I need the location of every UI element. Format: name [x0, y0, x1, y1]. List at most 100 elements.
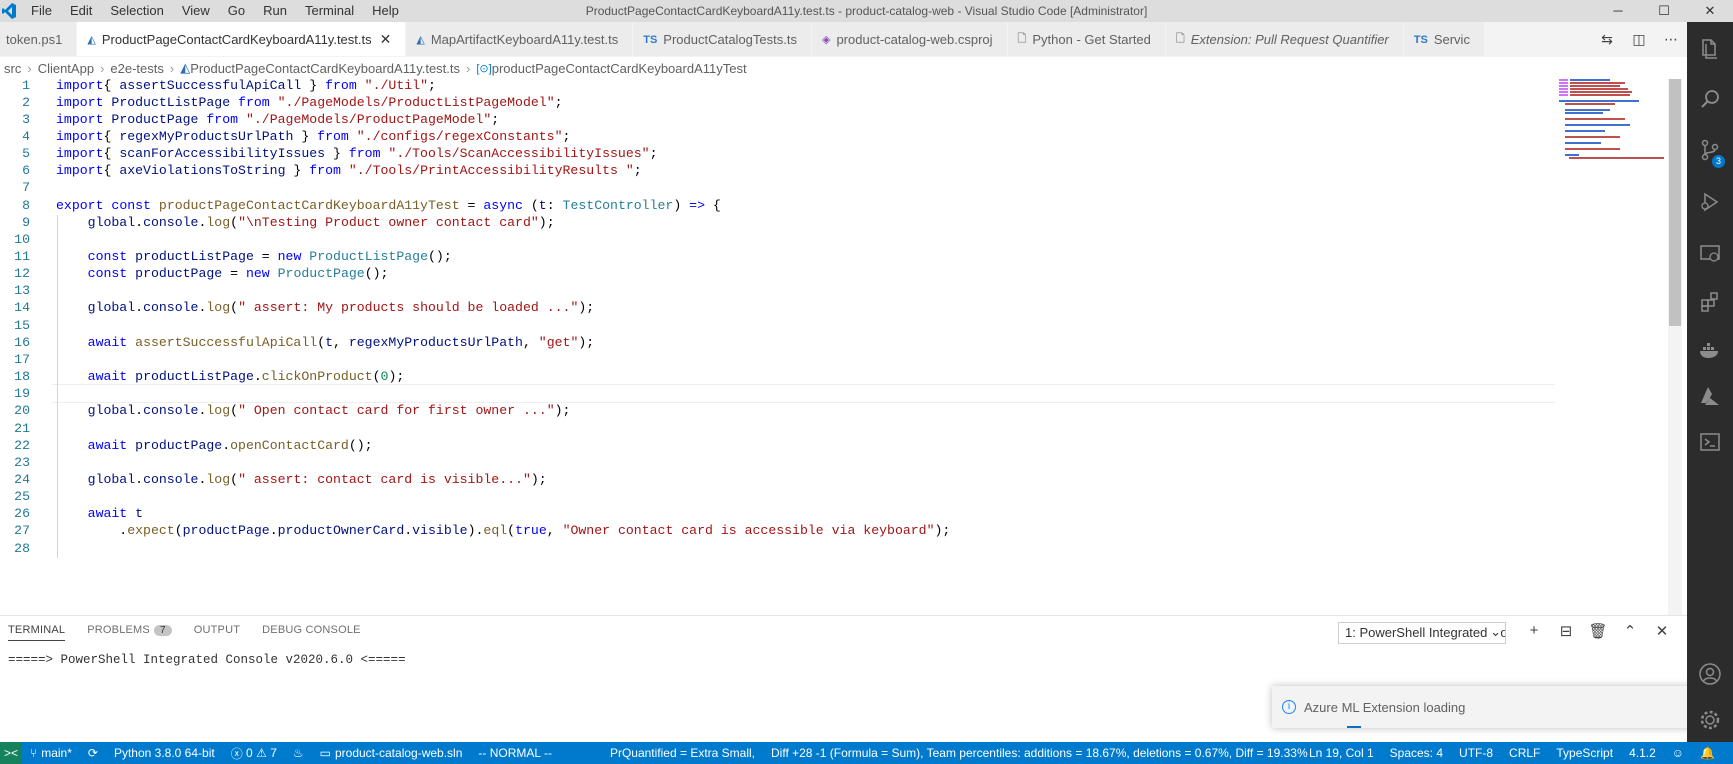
language-mode[interactable]: TypeScript — [1556, 746, 1613, 760]
tab-7[interactable]: TS Servic — [1403, 22, 1485, 56]
manage-gear-icon[interactable] — [1687, 698, 1733, 742]
code-line[interactable]: 3 import ProductPage from "./PageModels/P… — [0, 110, 1560, 129]
cursor-position[interactable]: Ln 19, Col 1 — [1309, 746, 1374, 760]
scrollbar-thumb[interactable] — [1669, 79, 1681, 326]
notification-toast[interactable]: i Azure ML Extension loading — [1272, 686, 1720, 728]
encoding[interactable]: UTF-8 — [1459, 746, 1493, 760]
minimize-button[interactable]: ─ — [1595, 0, 1641, 22]
code-line[interactable]: 11 const productListPage = new ProductLi… — [0, 247, 1560, 266]
python-interpreter[interactable]: Python 3.8.0 64-bit — [114, 746, 215, 760]
panel-tab-output[interactable]: OUTPUT — [194, 624, 240, 641]
menu-file[interactable]: File — [22, 0, 61, 22]
code-line[interactable]: 13 — [0, 281, 1560, 300]
code-line[interactable]: 4 import{ regexMyProductsUrlPath } from "… — [0, 127, 1560, 146]
source-control-icon[interactable]: 3 — [1687, 128, 1733, 172]
code-line[interactable]: 26 await t — [0, 504, 1560, 523]
tab-3[interactable]: TS ProductCatalogTests.ts — [633, 22, 812, 56]
split-terminal-icon[interactable]: ⊟ — [1550, 622, 1582, 640]
code-line[interactable]: 25 — [0, 487, 1560, 506]
compare-changes-icon[interactable]: ⇆ — [1591, 31, 1623, 48]
sync-icon[interactable]: ⟳ — [88, 746, 98, 760]
tab-5[interactable]: 🗋 Python - Get Started — [1007, 22, 1166, 56]
tab-0[interactable]: token.ps1 — [0, 22, 78, 56]
code-line[interactable]: 27 .expect(productPage.productOwnerCard.… — [0, 521, 1560, 540]
code-line[interactable]: 23 — [0, 453, 1560, 472]
tab-6[interactable]: 🗋 Extension: Pull Request Quantifier — [1165, 22, 1404, 56]
terminal-select[interactable]: 1: PowerShell Integrated Console⌄ — [1338, 622, 1506, 644]
terminal-output[interactable]: =====> PowerShell Integrated Console v20… — [8, 653, 406, 667]
code-line[interactable]: 24 global.console.log(" assert: contact … — [0, 470, 1560, 489]
menu-edit[interactable]: Edit — [61, 0, 101, 22]
menu-terminal[interactable]: Terminal — [296, 0, 363, 22]
branch-indicator[interactable]: ⑂ main* — [30, 746, 72, 760]
code-line[interactable]: 22 await productPage.openContactCard(); — [0, 436, 1560, 455]
line-number: 18 — [14, 369, 30, 385]
code-line[interactable]: 10 — [0, 230, 1560, 249]
panel-tab-debug-console[interactable]: DEBUG CONSOLE — [262, 624, 361, 641]
breadcrumb-item[interactable]: src — [4, 61, 21, 76]
close-window-button[interactable]: ✕ — [1687, 0, 1733, 22]
kill-terminal-icon[interactable]: 🗑 — [1582, 622, 1614, 640]
minimap[interactable] — [1553, 79, 1668, 615]
code-line[interactable]: 21 — [0, 419, 1560, 438]
editor-scrollbar[interactable] — [1668, 79, 1682, 615]
breadcrumb-item[interactable]: ClientApp — [38, 61, 94, 76]
breadcrumb-item[interactable]: productPageContactCardKeyboardA11yTest — [492, 61, 747, 76]
menu-selection[interactable]: Selection — [101, 0, 172, 22]
pr-diff-stats[interactable]: Diff +28 -1 (Formula = Sum), Team percen… — [771, 746, 1308, 760]
solution-indicator[interactable]: ▭ product-catalog-web.sln — [320, 746, 463, 760]
run-debug-icon[interactable] — [1687, 180, 1733, 224]
notifications-bell-icon[interactable]: 🔔 — [1700, 746, 1715, 760]
menu-help[interactable]: Help — [363, 0, 408, 22]
menu-go[interactable]: Go — [219, 0, 254, 22]
code-line[interactable]: 6 import{ axeViolationsToString } from ".… — [0, 161, 1560, 180]
feedback-icon[interactable]: ☺ — [1672, 746, 1684, 760]
menu-run[interactable]: Run — [254, 0, 296, 22]
code-line[interactable]: 8 export const productPageContactCardKeyb… — [0, 196, 1560, 215]
more-actions-icon[interactable]: ⋯ — [1655, 31, 1687, 48]
code-line[interactable]: 9 global.console.log("\nTesting Product … — [0, 213, 1560, 232]
tab-4[interactable]: ◈ product-catalog-web.csproj — [811, 22, 1008, 56]
code-line[interactable]: 16 await assertSuccessfulApiCall(t, rege… — [0, 333, 1560, 352]
tab-2[interactable]: ◭ MapArtifactKeyboardA11y.test.ts — [406, 22, 634, 56]
maximize-button[interactable]: ☐ — [1641, 0, 1687, 22]
explorer-icon[interactable] — [1687, 26, 1733, 70]
flame-icon[interactable]: ♨ — [293, 746, 304, 760]
code-line[interactable]: 20 global.console.log(" Open contact car… — [0, 401, 1560, 420]
azure-icon[interactable] — [1687, 374, 1733, 418]
docker-icon[interactable] — [1687, 328, 1733, 372]
breadcrumb-item[interactable]: e2e-tests — [110, 61, 163, 76]
close-tab-icon[interactable]: ✕ — [380, 31, 392, 48]
panel-tab-problems[interactable]: PROBLEMS 7 — [87, 624, 172, 641]
breadcrumb-item[interactable]: ProductPageContactCardKeyboardA11y.test.… — [190, 61, 460, 76]
remote-explorer-icon[interactable] — [1687, 232, 1733, 276]
panel-tab-terminal[interactable]: TERMINAL — [8, 624, 66, 641]
code-line[interactable]: 28 — [0, 539, 1560, 558]
code-editor[interactable]: 1 import{ assertSuccessfulApiCall } from … — [0, 79, 1687, 615]
end-of-line[interactable]: CRLF — [1509, 746, 1540, 760]
maximize-panel-icon[interactable]: ⌃ — [1614, 622, 1646, 640]
new-terminal-icon[interactable]: + — [1518, 622, 1550, 640]
indentation[interactable]: Spaces: 4 — [1390, 746, 1443, 760]
code-line[interactable]: 14 global.console.log(" assert: My produ… — [0, 298, 1560, 317]
powershell-icon[interactable] — [1687, 420, 1733, 464]
tab-1[interactable]: ◭ ProductPageContactCardKeyboardA11y.test… — [77, 22, 407, 56]
code-line[interactable]: 19 — [0, 384, 1560, 403]
code-line[interactable]: 5 import{ scanForAccessibilityIssues } fr… — [0, 144, 1560, 163]
search-icon[interactable] — [1687, 77, 1733, 121]
code-line[interactable]: 18 await productListPage.clickOnProduct(… — [0, 367, 1560, 386]
extensions-icon[interactable] — [1687, 280, 1733, 324]
code-line[interactable]: 15 — [0, 316, 1560, 335]
account-icon[interactable] — [1687, 652, 1733, 696]
pr-quantified[interactable]: PrQuantified = Extra Small, — [610, 746, 755, 760]
code-line[interactable]: 17 — [0, 350, 1560, 369]
code-line[interactable]: 2 import ProductListPage from "./PageMode… — [0, 93, 1560, 112]
remote-indicator[interactable]: >< — [0, 742, 22, 764]
menu-view[interactable]: View — [173, 0, 219, 22]
close-panel-icon[interactable]: ✕ — [1646, 622, 1678, 640]
code-line[interactable]: 12 const productPage = new ProductPage()… — [0, 264, 1560, 283]
code-line[interactable]: 7 — [0, 178, 1560, 197]
ts-version[interactable]: 4.1.2 — [1629, 746, 1656, 760]
problems-indicator[interactable]: ⓧ 0 ⚠ 7 — [231, 745, 277, 762]
split-editor-icon[interactable]: ◫ — [1623, 31, 1655, 48]
